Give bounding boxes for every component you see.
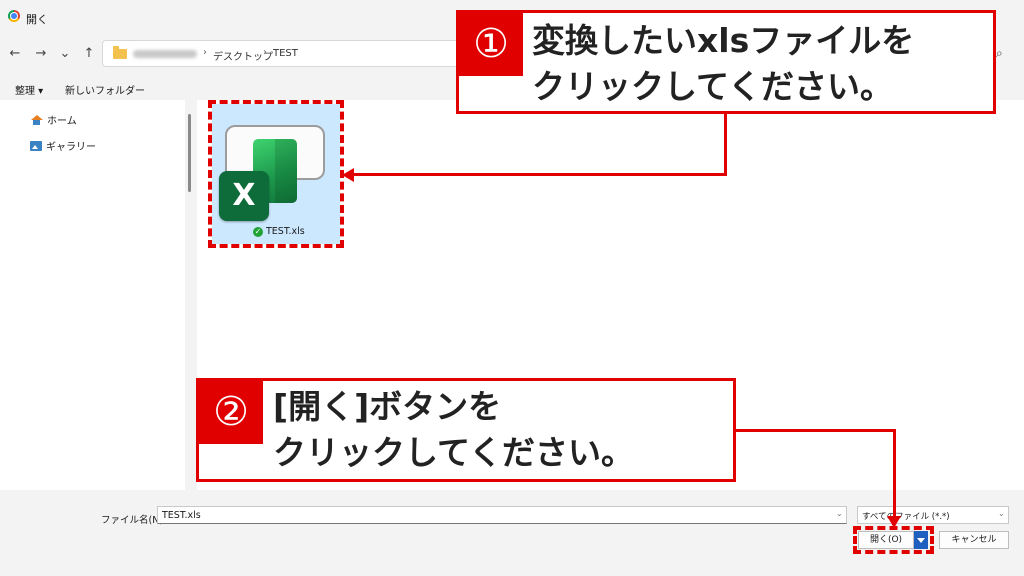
chevron-down-icon[interactable]: ⌄ <box>836 509 843 518</box>
breadcrumb-separator: › <box>203 47 207 58</box>
sidebar-item-label: ホーム <box>47 116 77 127</box>
breadcrumb-test[interactable]: TEST <box>273 48 298 59</box>
cancel-button[interactable]: キャンセル <box>939 531 1009 549</box>
back-button[interactable]: ← <box>6 44 24 64</box>
step2-text: [開く]ボタンを クリックしてください。 <box>273 384 733 476</box>
gallery-icon <box>30 140 42 151</box>
navigation-pane <box>0 100 185 490</box>
new-folder-button[interactable]: 新しいフォルダー <box>65 82 145 97</box>
sidebar-item-home[interactable]: ホーム <box>30 112 77 127</box>
sidebar-item-gallery[interactable]: ギャラリー <box>30 138 96 153</box>
home-icon <box>30 114 43 125</box>
sidebar-scrollbar[interactable] <box>188 114 191 192</box>
breadcrumb-separator: › <box>263 47 267 58</box>
annotation-connector <box>724 114 727 175</box>
step1-line1: 変換したいxlsファイルを <box>532 21 915 60</box>
step2-badge: ② <box>199 381 263 444</box>
step1-text: 変換したいxlsファイルを クリックしてください。 <box>532 18 992 110</box>
step2-line2: クリックしてください。 <box>273 433 635 472</box>
annotation-connector <box>352 173 727 176</box>
folder-icon <box>113 46 127 59</box>
annotation-connector <box>893 429 896 519</box>
up-button[interactable]: ↑ <box>80 44 98 64</box>
chevron-down-icon[interactable]: ⌄ <box>998 509 1005 518</box>
recent-locations-button[interactable]: ⌄ <box>56 44 74 64</box>
search-icon[interactable]: ⌕ <box>996 46 1003 61</box>
open-button-highlight <box>853 526 934 554</box>
filename-input[interactable]: TEST.xls <box>157 506 847 524</box>
blurred-path <box>133 50 197 58</box>
step1-line2: クリックしてください。 <box>532 67 894 106</box>
organize-button[interactable]: 整理 ▾ <box>15 82 43 97</box>
step1-badge: ① <box>459 13 523 76</box>
chrome-icon <box>8 10 20 22</box>
annotation-connector <box>736 429 896 432</box>
sidebar-item-label: ギャラリー <box>46 142 96 153</box>
forward-button[interactable]: → <box>32 44 50 64</box>
window-title: 開く <box>26 13 48 26</box>
file-highlight <box>208 100 344 248</box>
step2-line1: [開く]ボタンを <box>273 387 502 426</box>
file-type-select[interactable]: すべてのファイル (*.*) <box>857 506 1009 524</box>
